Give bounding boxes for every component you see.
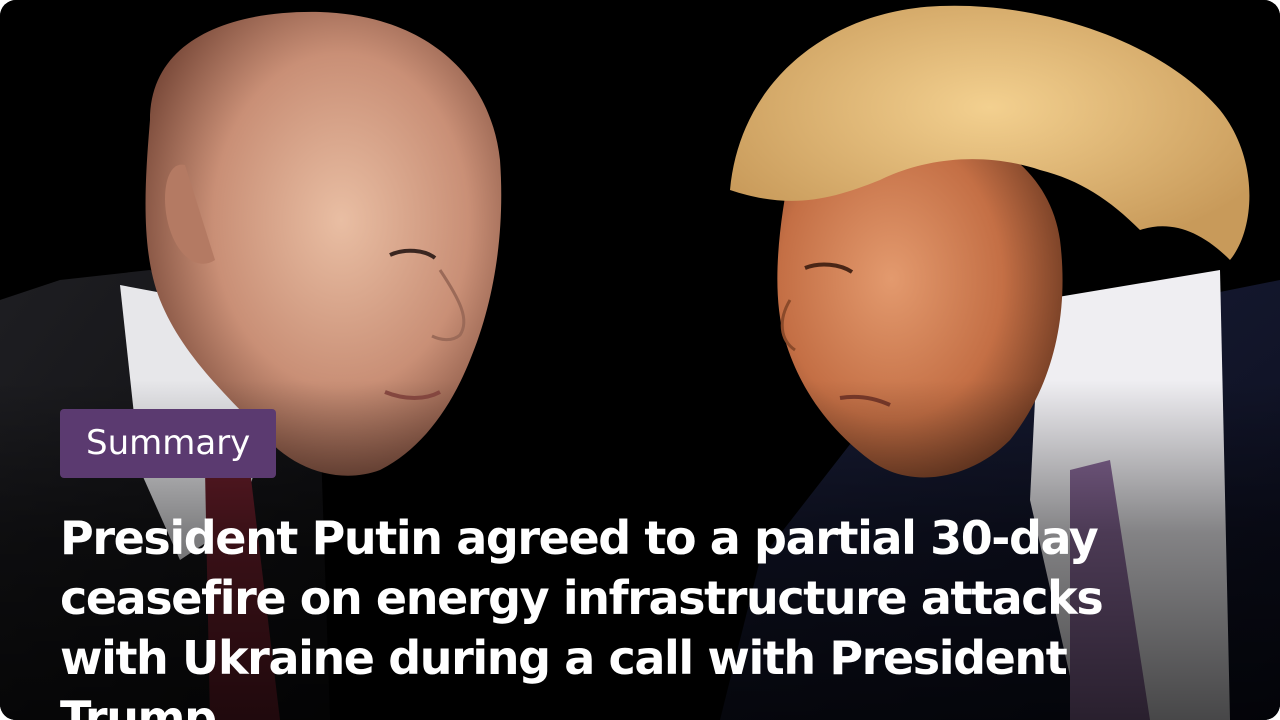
headline: President Putin agreed to a partial 30-d… [60,511,1104,720]
summary-card: Summary President Putin agreed to a part… [0,0,1280,720]
summary-badge: Summary [60,409,277,478]
